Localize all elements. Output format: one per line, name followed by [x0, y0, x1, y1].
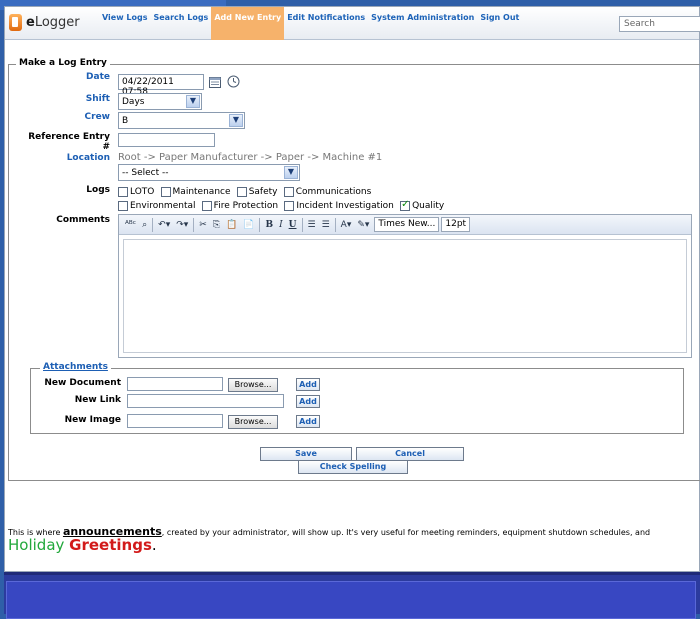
crew-value: B [122, 116, 129, 126]
browse-image-button[interactable]: Browse... [228, 415, 278, 429]
editor-toolbar: ᴬᴮᶜ ⌕ ↶▾ ↷▾ ✂ ⎘ 📋 📄 B I U ☰ ☰ A▾ ✎▾ Time… [119, 215, 691, 235]
logo-name: Logger [34, 15, 80, 30]
new-document-field[interactable] [127, 377, 223, 391]
date-label: Date [86, 72, 110, 82]
logs-label: Logs [86, 185, 110, 195]
logs-options-row-2: Environmental Fire Protection Incident I… [118, 199, 447, 211]
nav-system-administration[interactable]: System Administration [368, 7, 477, 40]
search-input[interactable]: Search [619, 16, 700, 32]
comments-textarea[interactable] [123, 239, 687, 353]
logo-icon [9, 14, 22, 31]
checkbox[interactable] [160, 186, 171, 197]
footer-bar [4, 572, 700, 619]
check-spelling-button[interactable]: Check Spelling [298, 460, 408, 474]
copy-icon[interactable]: ⎘ [210, 217, 223, 233]
new-image-field[interactable] [127, 414, 223, 428]
footer-panel [6, 581, 696, 619]
log-option-maintenance[interactable]: Maintenance [160, 186, 231, 197]
new-document-label: New Document [44, 378, 121, 388]
log-option-loto[interactable]: LOTO [118, 186, 154, 197]
clock-icon[interactable] [227, 75, 241, 89]
logo-prefix: e [26, 15, 35, 30]
chevron-down-icon: ▼ [229, 114, 243, 127]
comments-editor: ᴬᴮᶜ ⌕ ↶▾ ↷▾ ✂ ⎘ 📋 📄 B I U ☰ ☰ A▾ ✎▾ Time… [118, 214, 692, 358]
log-option-quality[interactable]: Quality [400, 199, 444, 211]
new-link-label: New Link [74, 395, 121, 405]
reference-entry-label: Reference Entry # [28, 132, 110, 152]
log-option-incident-investigation[interactable]: Incident Investigation [284, 200, 394, 211]
spellcheck-icon[interactable]: ᴬᴮᶜ [122, 217, 139, 233]
checkbox[interactable] [201, 200, 212, 211]
holiday-greetings: Holiday Greetings. [8, 536, 157, 554]
paste-word-icon[interactable]: 📄 [240, 217, 257, 233]
save-button[interactable]: Save [260, 447, 352, 461]
font-size-select[interactable]: 12pt [441, 217, 471, 232]
elogger-logo[interactable]: eLogger [9, 14, 80, 31]
checkbox[interactable] [284, 200, 295, 211]
browse-document-button[interactable]: Browse... [228, 378, 278, 392]
add-image-button[interactable]: Add [296, 415, 320, 428]
reference-entry-field[interactable] [118, 133, 215, 147]
location-select-value: -- Select -- [122, 168, 169, 178]
main-nav: View Logs Search Logs Add New Entry Edit… [99, 7, 522, 40]
date-field[interactable]: 04/22/2011 07:58 [118, 74, 204, 97]
nav-add-new-entry[interactable]: Add New Entry [211, 7, 285, 40]
new-image-label: New Image [64, 415, 121, 425]
location-select[interactable]: -- Select -- ▼ [118, 164, 300, 181]
crew-select[interactable]: B ▼ [118, 112, 245, 129]
undo-icon[interactable]: ↶▾ [155, 217, 173, 233]
paste-icon[interactable]: 📋 [223, 217, 240, 233]
checkbox[interactable] [118, 200, 128, 211]
shift-select[interactable]: Days ▼ [118, 93, 202, 110]
log-option-communications[interactable]: Communications [283, 186, 371, 197]
numbered-list-icon[interactable]: ☰ [305, 217, 319, 233]
checkbox[interactable] [118, 186, 128, 197]
shift-label: Shift [85, 94, 110, 104]
checkbox[interactable] [236, 186, 247, 197]
comments-label: Comments [56, 215, 110, 225]
log-option-safety[interactable]: Safety [236, 186, 278, 197]
add-link-button[interactable]: Add [296, 395, 320, 408]
logs-options-row-1: LOTO Maintenance Safety Communications [118, 186, 374, 197]
italic-icon[interactable]: I [276, 217, 286, 233]
calendar-icon[interactable] [209, 76, 223, 90]
nav-edit-notifications[interactable]: Edit Notifications [284, 7, 368, 40]
add-document-button[interactable]: Add [296, 378, 320, 391]
nav-sign-out[interactable]: Sign Out [477, 7, 522, 40]
log-entry-legend: Make a Log Entry [16, 58, 110, 68]
highlight-color-icon[interactable]: ✎▾ [354, 217, 372, 233]
crew-label: Crew [84, 112, 110, 122]
log-option-fire-protection[interactable]: Fire Protection [201, 200, 278, 211]
top-navigation-bar: eLogger View Logs Search Logs Add New En… [5, 7, 700, 40]
nav-view-logs[interactable]: View Logs [99, 7, 150, 40]
cancel-button[interactable]: Cancel [356, 447, 464, 461]
font-color-icon[interactable]: A▾ [338, 217, 355, 233]
new-link-field[interactable] [127, 394, 284, 408]
location-label: Location [66, 153, 110, 163]
attachments-legend[interactable]: Attachments [40, 362, 111, 372]
location-path: Root -> Paper Manufacturer -> Paper -> M… [118, 152, 383, 163]
bulleted-list-icon[interactable]: ☰ [319, 217, 333, 233]
font-family-select[interactable]: Times New... [374, 217, 440, 232]
redo-icon[interactable]: ↷▾ [173, 217, 191, 233]
bold-icon[interactable]: B [262, 217, 276, 233]
nav-search-logs[interactable]: Search Logs [150, 7, 211, 40]
shift-value: Days [122, 97, 145, 107]
chevron-down-icon: ▼ [186, 95, 200, 108]
checkbox[interactable] [283, 186, 294, 197]
log-option-environmental[interactable]: Environmental [118, 200, 195, 211]
cut-icon[interactable]: ✂ [196, 217, 210, 233]
checkbox-checked[interactable] [400, 199, 411, 211]
chevron-down-icon: ▼ [284, 166, 298, 179]
find-icon[interactable]: ⌕ [139, 217, 150, 233]
underline-icon[interactable]: U [286, 217, 300, 233]
